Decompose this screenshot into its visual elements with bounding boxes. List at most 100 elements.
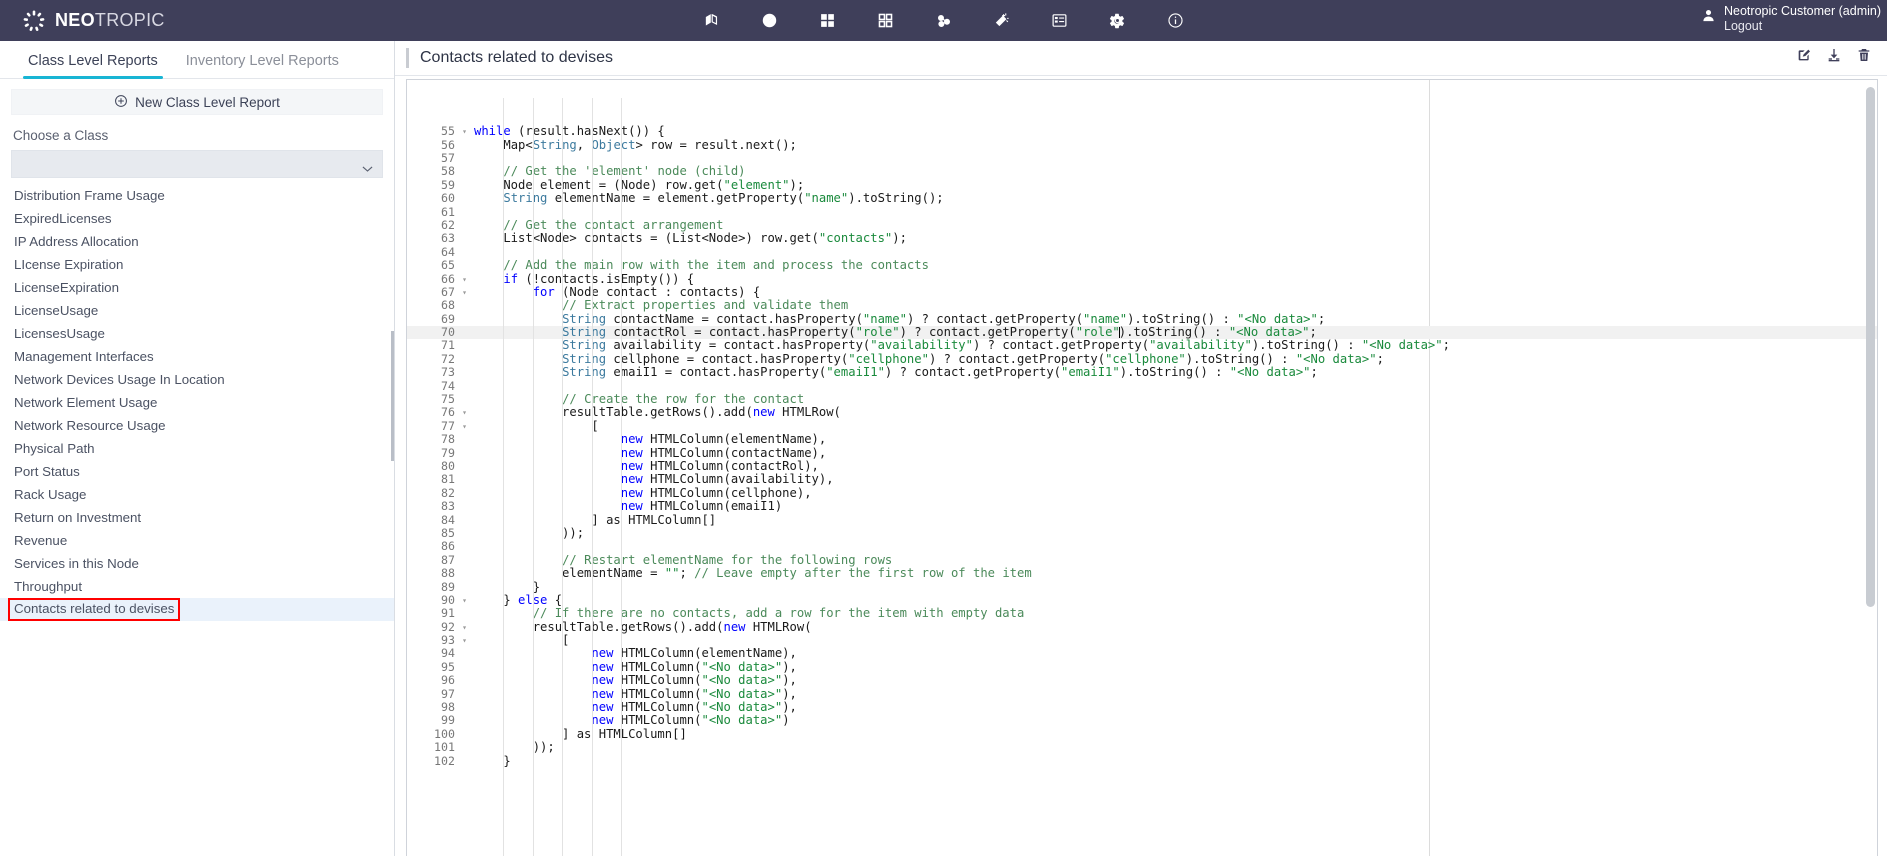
code-line[interactable]: 61 (407, 205, 1877, 219)
code-line[interactable]: 65 // Add the main row with the item and… (407, 258, 1877, 272)
gear-icon[interactable] (1101, 6, 1135, 36)
report-list-item[interactable]: Network Devices Usage In Location (0, 368, 394, 391)
code-line[interactable]: 58 // Get the 'element' node (child) (407, 164, 1877, 178)
code-line[interactable]: 97 new HTMLColumn("<No data>"), (407, 687, 1877, 701)
report-list-item[interactable]: Physical Path (0, 437, 394, 460)
code-line[interactable]: 85 )); (407, 526, 1877, 540)
info-circle-icon[interactable] (1159, 6, 1193, 36)
grid-filled-icon[interactable] (811, 6, 845, 36)
editor-vertical-scrollbar[interactable] (1866, 83, 1876, 853)
fold-toggle-icon[interactable]: ▾ (459, 125, 470, 138)
code-line[interactable]: 74 (407, 379, 1877, 393)
report-list-item[interactable]: LicenseUsage (0, 299, 394, 322)
report-list-item[interactable]: Distribution Frame Usage (0, 184, 394, 207)
code-line[interactable]: 64 (407, 245, 1877, 259)
report-list-item[interactable]: Services in this Node (0, 552, 394, 575)
code-line[interactable]: 90 ▾ } else { (407, 593, 1877, 607)
magic-wand-icon[interactable] (985, 6, 1019, 36)
grid-outline-icon[interactable] (869, 6, 903, 36)
report-list-item[interactable]: LIcense Expiration (0, 253, 394, 276)
code-line[interactable]: 79 new HTMLColumn(contactName), (407, 446, 1877, 460)
code-line[interactable]: 75 // Create the row for the contact (407, 392, 1877, 406)
report-list-item[interactable]: Network Resource Usage (0, 414, 394, 437)
code-line[interactable]: 83 new HTMLColumn(emaiI1) (407, 499, 1877, 513)
report-list-item[interactable]: Network Element Usage (0, 391, 394, 414)
report-list-item[interactable]: Management Interfaces (0, 345, 394, 368)
code-line[interactable]: 86 (407, 539, 1877, 553)
code-line[interactable]: 66 ▾ if (!contacts.isEmpty()) { (407, 272, 1877, 286)
fold-toggle-icon[interactable]: ▾ (459, 420, 470, 433)
code-line-active[interactable]: 70 String contactRol = contact.hasProper… (407, 325, 1877, 340)
brand-logo[interactable]: NEOTROPIC (0, 9, 165, 33)
code-line[interactable]: 100 ] as HTMLColumn[] (407, 727, 1877, 741)
code-line[interactable]: 84 ] as HTMLColumn[] (407, 513, 1877, 527)
sidebar-scrollbar[interactable] (391, 331, 394, 461)
report-list-item[interactable]: Throughput (0, 575, 394, 598)
tab-inventory-level-reports[interactable]: Inventory Level Reports (172, 53, 353, 78)
code-line[interactable]: 59 Node element = (Node) row.get("elemen… (407, 178, 1877, 192)
code-line[interactable]: 95 new HTMLColumn("<No data>"), (407, 660, 1877, 674)
report-list-item[interactable]: Rack Usage (0, 483, 394, 506)
code-line[interactable]: 102 } (407, 754, 1877, 768)
report-list-item[interactable]: Port Status (0, 460, 394, 483)
code-line[interactable]: 80 new HTMLColumn(contactRol), (407, 459, 1877, 473)
new-class-level-report-button[interactable]: New Class Level Report (11, 89, 383, 115)
code-editor[interactable]: 55 ▾ while (result.hasNext()) {56 Map<Stri… (406, 79, 1878, 856)
code-line[interactable]: 81 new HTMLColumn(availability), (407, 472, 1877, 486)
report-list-item[interactable]: ExpiredLicenses (0, 207, 394, 230)
tab-class-level-reports[interactable]: Class Level Reports (14, 53, 172, 79)
report-list-item[interactable]: Return on Investment (0, 506, 394, 529)
code-line[interactable]: 78 new HTMLColumn(elementName), (407, 432, 1877, 446)
code-line[interactable]: 87 // Restart elementName for the follow… (407, 553, 1877, 567)
code-line[interactable]: 68 // Extract properties and validate th… (407, 298, 1877, 312)
code-line[interactable]: 60 String elementName = element.getPrope… (407, 191, 1877, 205)
code-line[interactable]: 63 List<Node> contacts = (List<Node>) ro… (407, 231, 1877, 245)
code-line[interactable]: 67 ▾ for (Node contact : contacts) { (407, 285, 1877, 299)
code-line[interactable]: 89 } (407, 580, 1877, 594)
download-report-button[interactable] (1820, 44, 1848, 71)
class-select-dropdown[interactable] (11, 150, 383, 178)
report-list-item[interactable]: LicenseExpiration (0, 276, 394, 299)
report-list-item[interactable]: Revenue (0, 529, 394, 552)
report-list-item-selected[interactable]: Contacts related to devises (0, 598, 394, 621)
code-line[interactable]: 96 new HTMLColumn("<No data>"), (407, 673, 1877, 687)
code-line[interactable]: 101 )); (407, 740, 1877, 755)
code-line[interactable]: 92 ▾ resultTable.getRows().add(new HTMLRo… (407, 620, 1877, 634)
report-list-item[interactable]: LicensesUsage (0, 322, 394, 345)
token-pln: )); (474, 740, 555, 755)
code-line[interactable]: 55 ▾ while (result.hasNext()) { (407, 124, 1877, 138)
code-line[interactable]: 62 // Get the contact arrangement (407, 218, 1877, 232)
code-line[interactable]: 69 String contactName = contact.hasPrope… (407, 312, 1877, 326)
code-line[interactable]: 98 new HTMLColumn("<No data>"), (407, 700, 1877, 714)
code-line[interactable]: 94 new HTMLColumn(elementName), (407, 647, 1877, 661)
code-line[interactable]: 57 (407, 151, 1877, 165)
fold-toggle-icon[interactable]: ▾ (459, 286, 470, 299)
code-line[interactable]: 82 new HTMLColumn(cellphone), (407, 486, 1877, 500)
code-line[interactable]: 72 String cellphone = contact.hasPropert… (407, 352, 1877, 366)
edit-report-button[interactable] (1790, 44, 1818, 71)
fold-toggle-icon[interactable]: ▾ (459, 594, 470, 607)
code-line[interactable]: 77 ▾ [ (407, 419, 1877, 433)
code-line[interactable]: 73 String emaiI1 = contact.hasProperty("… (407, 365, 1877, 379)
code-line[interactable]: 56 Map<String, Object> row = result.next… (407, 138, 1877, 152)
logout-link[interactable]: Logout (1724, 19, 1881, 34)
report-list-item[interactable]: IP Address Allocation (0, 230, 394, 253)
code-editor-content[interactable]: 55 ▾ while (result.hasNext()) {56 Map<Stri… (407, 80, 1877, 856)
code-line[interactable]: 91 // If there are no contacts, add a ro… (407, 606, 1877, 620)
code-line[interactable]: 99 new HTMLColumn("<No data>") (407, 713, 1877, 727)
code-line[interactable]: 88 elementName = ""; // Leave empty afte… (407, 566, 1877, 580)
compass-icon[interactable] (753, 6, 787, 36)
fold-toggle-icon[interactable]: ▾ (459, 621, 470, 634)
user-menu[interactable]: Neotropic Customer (admin) Logout (1701, 4, 1881, 34)
code-line[interactable]: 71 String availability = contact.hasProp… (407, 339, 1877, 353)
delete-report-button[interactable] (1850, 44, 1878, 71)
code-line[interactable]: 93 ▾ [ (407, 633, 1877, 647)
code-line[interactable]: 76 ▾ resultTable.getRows().add(new HTMLRo… (407, 406, 1877, 420)
fold-toggle-icon[interactable]: ▾ (459, 273, 470, 286)
editor-scrollbar-thumb[interactable] (1866, 87, 1875, 607)
fold-toggle-icon[interactable]: ▾ (459, 634, 470, 647)
topology-icon[interactable] (927, 6, 961, 36)
layers-3d-icon[interactable] (695, 6, 729, 36)
fold-toggle-icon[interactable]: ▾ (459, 406, 470, 419)
reports-list-icon[interactable] (1043, 6, 1077, 36)
